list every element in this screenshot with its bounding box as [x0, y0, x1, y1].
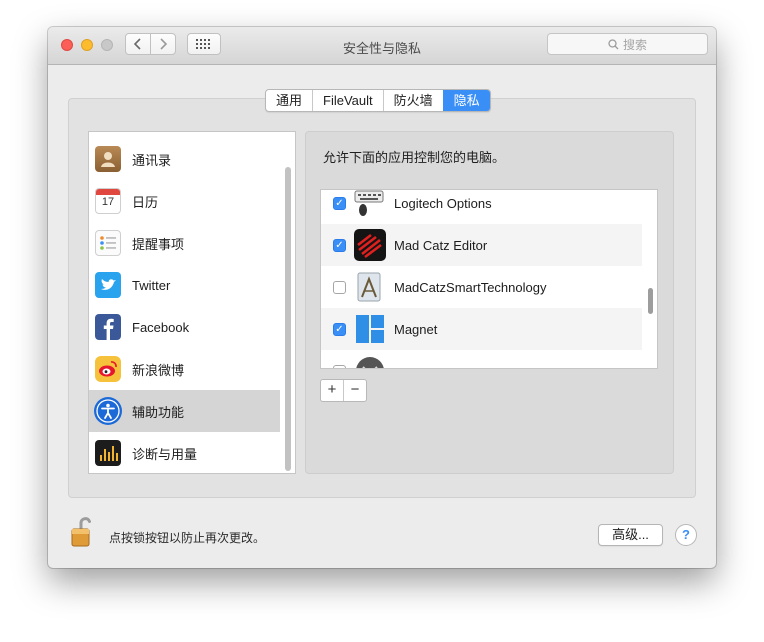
search-field[interactable]: 搜索 [547, 33, 708, 55]
sidebar-item-label: Twitter [132, 277, 171, 293]
app-list-scrollbar[interactable] [648, 288, 653, 314]
accessibility-icon [94, 397, 122, 425]
mad-catz-editor-icon [354, 229, 386, 261]
calendar-icon: 17 [95, 188, 121, 214]
app-label: Magnet [394, 321, 438, 337]
app-checkbox[interactable] [333, 280, 346, 294]
tab-filevault[interactable]: FileVault [312, 90, 383, 111]
sidebar-item-label: 日历 [132, 194, 159, 210]
contacts-icon [95, 146, 121, 172]
app-checkbox[interactable] [333, 364, 346, 368]
tab-privacy[interactable]: 隐私 [442, 90, 490, 111]
sidebar-item-label: 提醒事项 [132, 236, 185, 252]
search-icon [608, 38, 619, 49]
list-item[interactable] [321, 350, 642, 368]
sidebar-item-label: 辅助功能 [132, 404, 185, 420]
diagnostics-icon [95, 440, 121, 466]
app-label: Logitech Options [394, 195, 492, 211]
sidebar-item-label: 通讯录 [132, 152, 172, 168]
add-remove-control: + − [320, 379, 367, 402]
list-item[interactable]: ✓ Logitech Options [321, 190, 642, 224]
app-checkbox[interactable]: ✓ [333, 238, 346, 252]
help-button[interactable]: ? [675, 524, 697, 546]
app-label: MadCatzSmartTechnology [394, 279, 547, 295]
sidebar-item-reminders[interactable]: 提醒事项 [89, 222, 280, 264]
add-app-button[interactable]: + [321, 380, 343, 401]
title-bar: 安全性与隐私 搜索 [48, 27, 716, 65]
calendar-day: 17 [101, 196, 115, 208]
preferences-window: 安全性与隐私 搜索 通用 FileVault 防火墙 隐私 通讯录 17 日历 [48, 27, 716, 568]
tab-firewall[interactable]: 防火墙 [382, 90, 443, 111]
app-checkbox[interactable]: ✓ [333, 196, 346, 210]
tab-bar: 通用 FileVault 防火墙 隐私 [265, 89, 491, 112]
list-item[interactable]: ✓ Magnet [321, 308, 642, 350]
lock-message: 点按锁按钮以防止再次更改。 [109, 531, 266, 545]
app-checkbox[interactable]: ✓ [333, 322, 346, 336]
accessibility-panel: 允许下面的应用控制您的电脑。 ✓ Logitech Options ✓ Mad … [305, 131, 674, 474]
advanced-button[interactable]: 高级... [598, 524, 663, 546]
madcatz-smart-technology-icon [354, 271, 386, 303]
lock-icon[interactable] [68, 514, 100, 550]
app-label: Mad Catz Editor [394, 237, 488, 253]
sidebar-item-label: Facebook [132, 319, 190, 335]
sidebar-item-twitter[interactable]: Twitter [89, 264, 280, 306]
sidebar-item-accessibility[interactable]: 辅助功能 [89, 390, 280, 432]
permission-description: 允许下面的应用控制您的电脑。 [323, 150, 506, 165]
reminders-icon [95, 230, 121, 256]
sidebar-item-contacts[interactable]: 通讯录 [89, 138, 280, 180]
facebook-icon [95, 314, 121, 340]
app-list[interactable]: ✓ Logitech Options ✓ Mad Catz Editor Mad… [320, 189, 658, 369]
tab-general[interactable]: 通用 [266, 90, 312, 111]
privacy-category-list[interactable]: 通讯录 17 日历 提醒事项 Twitter Facebook 新浪微博 辅助功… [88, 131, 296, 474]
list-item[interactable]: ✓ Mad Catz Editor [321, 224, 642, 266]
sidebar-item-weibo[interactable]: 新浪微博 [89, 348, 280, 390]
list-item[interactable]: MadCatzSmartTechnology [321, 266, 642, 308]
twitter-icon [95, 272, 121, 298]
sidebar-item-facebook[interactable]: Facebook [89, 306, 280, 348]
remove-app-button[interactable]: − [343, 380, 366, 401]
sidebar-item-label: 诊断与用量 [132, 446, 198, 462]
sidebar-scrollbar[interactable] [285, 167, 291, 471]
weibo-icon [95, 356, 121, 382]
sidebar-item-diagnostics[interactable]: 诊断与用量 [89, 432, 280, 473]
partial-app-icon [354, 355, 386, 368]
search-placeholder: 搜索 [622, 37, 647, 52]
magnet-icon [354, 313, 386, 345]
sidebar-item-calendar[interactable]: 17 日历 [89, 180, 280, 222]
logitech-options-icon [354, 190, 386, 219]
sidebar-item-label: 新浪微博 [132, 362, 185, 378]
